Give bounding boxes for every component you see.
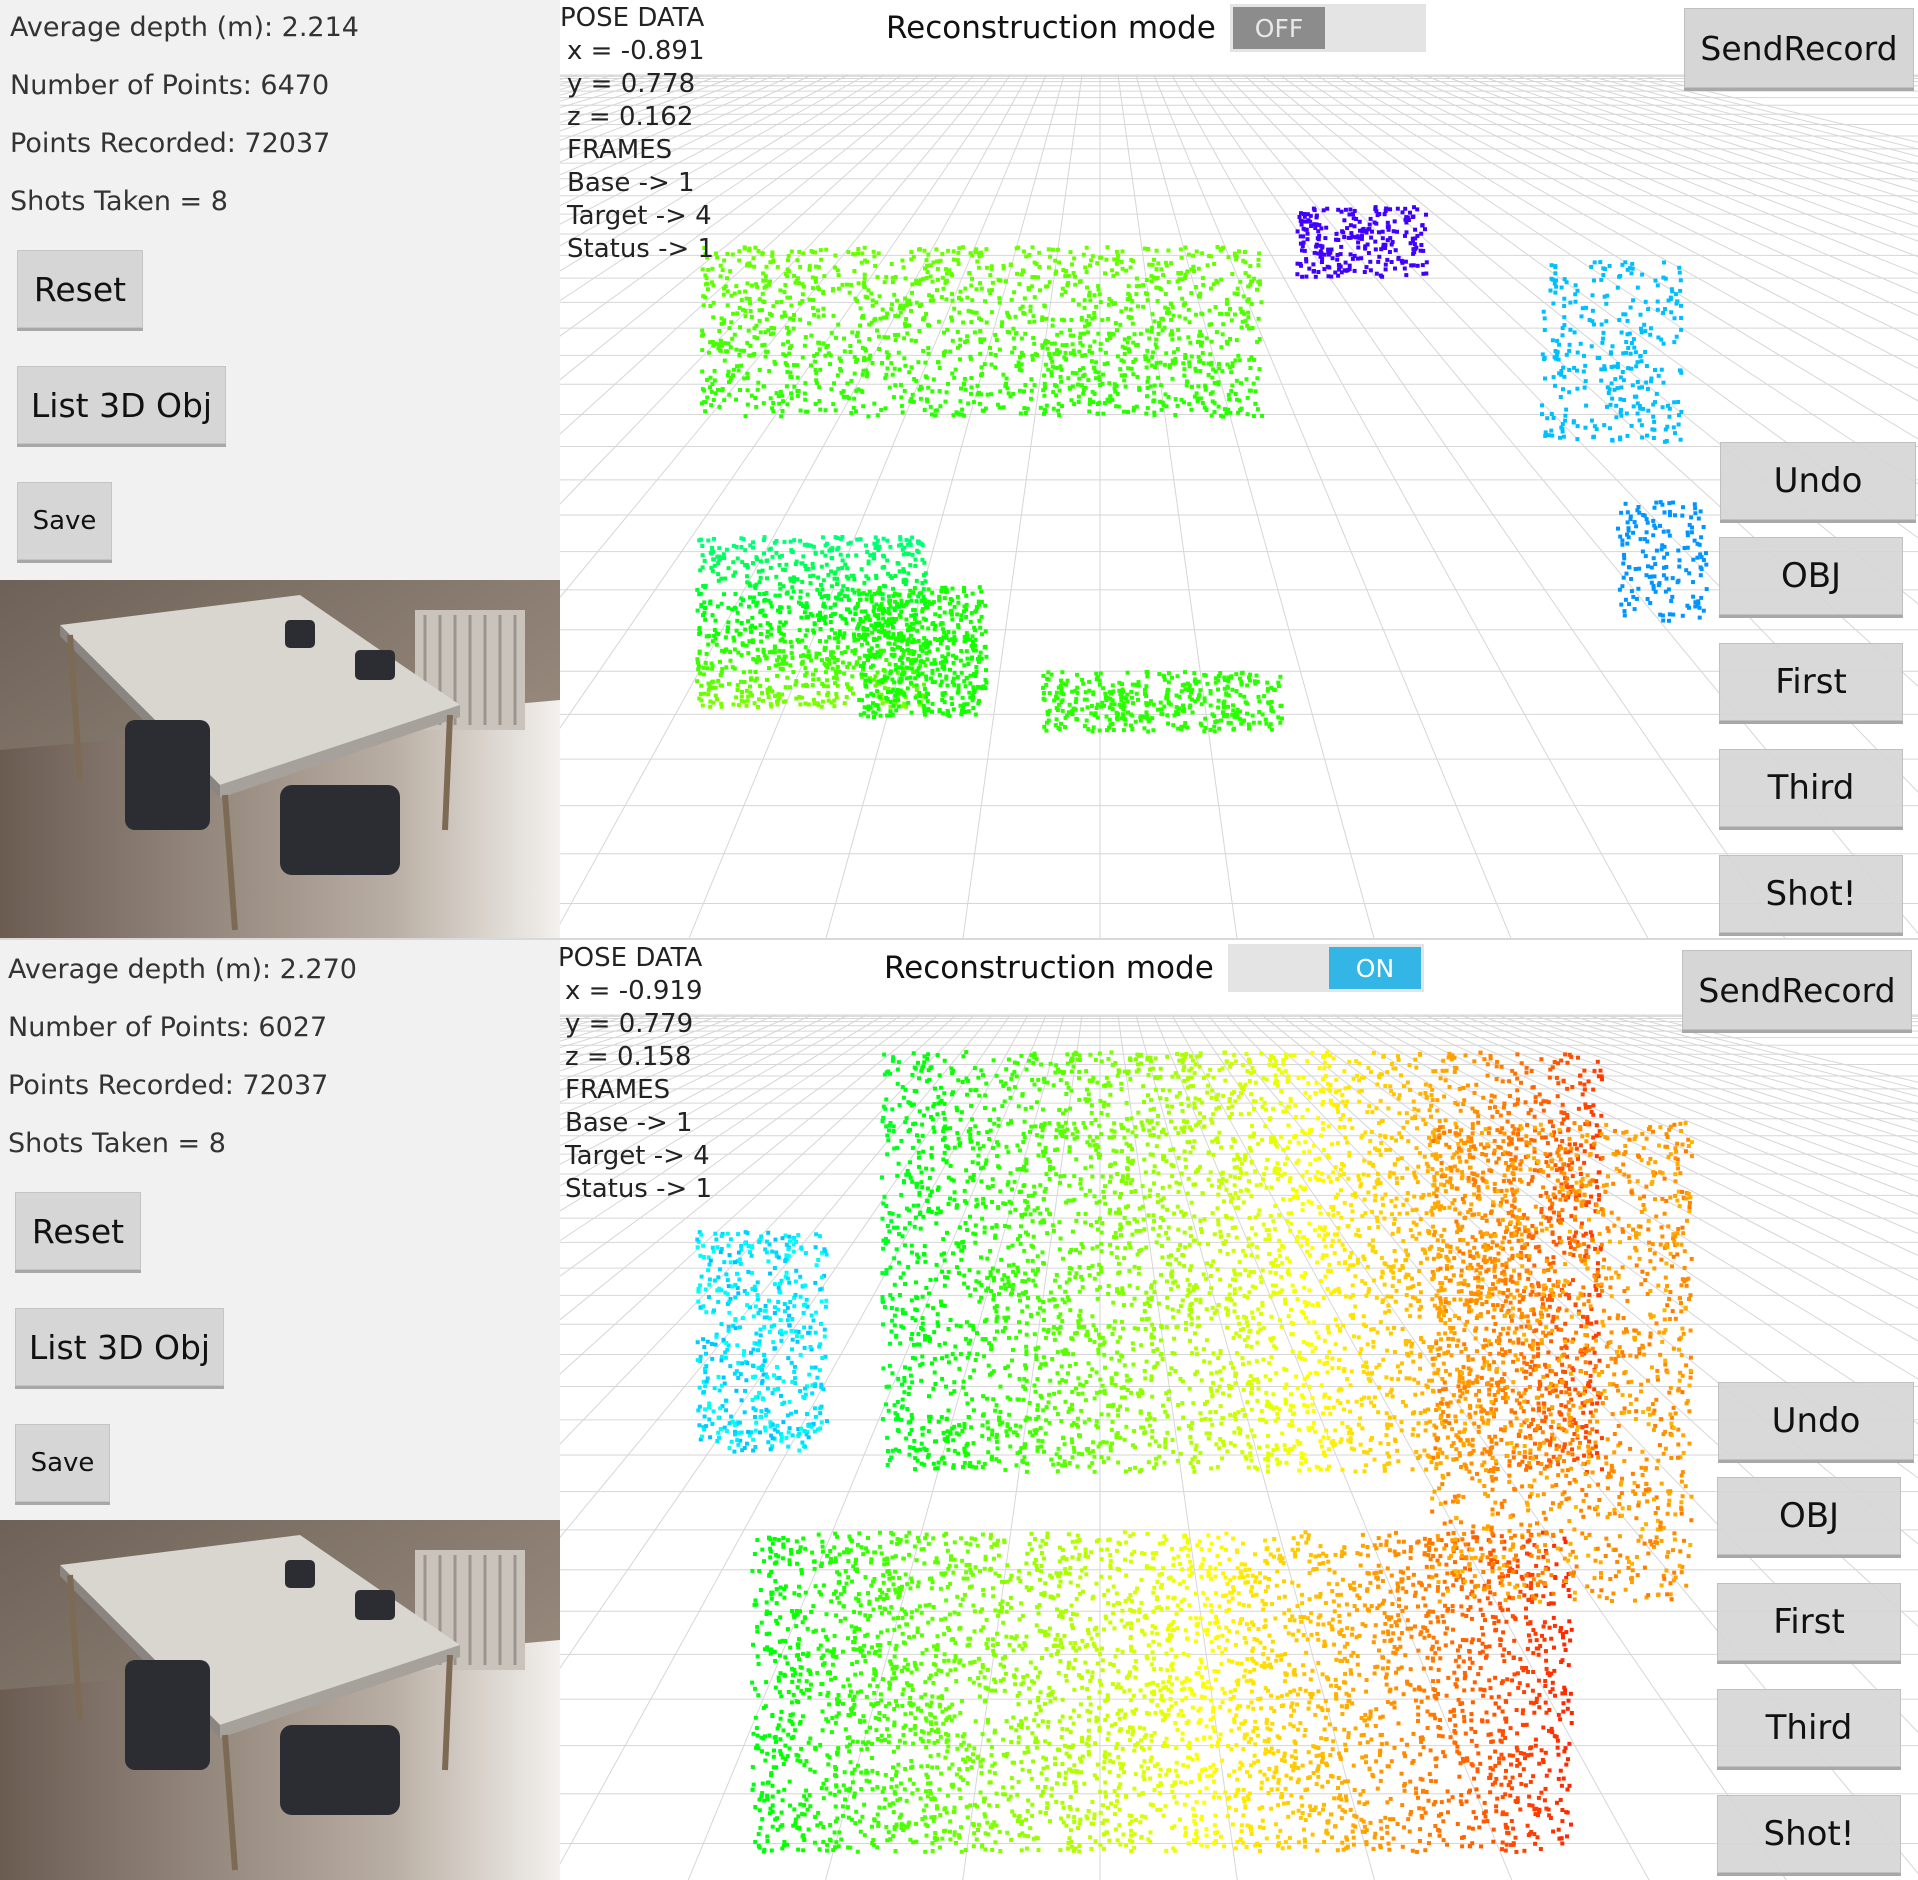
pose-y: y = 0.779	[565, 1009, 694, 1039]
camera-preview-svg	[0, 580, 560, 940]
frames-base: Base -> 1	[567, 168, 695, 198]
reset-button[interactable]: Reset	[17, 250, 143, 328]
number-of-points-label: Number of Points: 6470	[10, 70, 330, 101]
send-record-button[interactable]: SendRecord	[1682, 950, 1912, 1030]
point-cloud-view[interactable]: POSE DATA x = -0.891 y = 0.778 z = 0.162…	[560, 0, 1918, 940]
reconstruction-mode-toggle[interactable]: OFF	[1230, 4, 1426, 52]
screen-top: Average depth (m): 2.214 Number of Point…	[0, 0, 1918, 940]
frames-target: Target -> 4	[565, 1141, 710, 1171]
obj-button[interactable]: OBJ	[1717, 1477, 1901, 1555]
info-pane: Average depth (m): 2.270 Number of Point…	[0, 940, 560, 1520]
pose-z: z = 0.162	[567, 102, 694, 132]
pose-x: x = -0.891	[567, 36, 705, 66]
frames-base: Base -> 1	[565, 1108, 693, 1138]
screen-bottom: Average depth (m): 2.270 Number of Point…	[0, 940, 1918, 1880]
undo-button[interactable]: Undo	[1718, 1382, 1914, 1460]
point-cloud-view[interactable]: POSE DATA x = -0.919 y = 0.779 z = 0.158…	[560, 940, 1918, 1880]
number-of-points-label: Number of Points: 6027	[8, 1012, 328, 1043]
camera-preview-image	[0, 580, 560, 940]
grid-and-cloud-bottom	[560, 1014, 1918, 1880]
frames-status: Status -> 1	[567, 234, 715, 264]
points-recorded-label: Points Recorded: 72037	[10, 128, 331, 159]
points-recorded-label: Points Recorded: 72037	[8, 1070, 329, 1101]
pose-data-panel: POSE DATA x = -0.891 y = 0.778 z = 0.162…	[560, 2, 714, 266]
reset-button[interactable]: Reset	[15, 1192, 141, 1270]
floor-grid	[560, 74, 1918, 940]
third-button[interactable]: Third	[1717, 1689, 1901, 1767]
first-button[interactable]: First	[1717, 1583, 1901, 1661]
list-3d-obj-button[interactable]: List 3D Obj	[17, 366, 226, 444]
first-button[interactable]: First	[1719, 643, 1903, 721]
save-button[interactable]: Save	[17, 482, 112, 560]
shots-taken-label: Shots Taken = 8	[10, 186, 228, 217]
list-3d-obj-button[interactable]: List 3D Obj	[15, 1308, 224, 1386]
frames-title: FRAMES	[567, 135, 673, 165]
save-button[interactable]: Save	[15, 1424, 110, 1502]
frames-target: Target -> 4	[567, 201, 712, 231]
pose-data-title: POSE DATA	[560, 3, 705, 33]
third-button[interactable]: Third	[1719, 749, 1903, 827]
average-depth-label: Average depth (m): 2.214	[10, 12, 359, 43]
average-depth-label: Average depth (m): 2.270	[8, 954, 357, 985]
send-record-button[interactable]: SendRecord	[1684, 8, 1914, 88]
toggle-knob-on: ON	[1329, 947, 1421, 989]
reconstruction-mode-label: Reconstruction mode	[884, 950, 1214, 986]
point-cloud	[695, 1050, 1694, 1854]
reconstruction-mode-label: Reconstruction mode	[886, 10, 1216, 46]
pose-x: x = -0.919	[565, 976, 703, 1006]
point-cloud	[695, 205, 1709, 734]
reconstruction-mode-toggle[interactable]: ON	[1228, 944, 1424, 992]
camera-preview-image	[0, 1520, 560, 1880]
toggle-knob-off: OFF	[1233, 7, 1325, 49]
pose-z: z = 0.158	[565, 1042, 692, 1072]
grid-and-cloud-top	[560, 74, 1918, 940]
pose-y: y = 0.778	[567, 69, 696, 99]
shots-taken-label: Shots Taken = 8	[8, 1128, 226, 1159]
frames-status: Status -> 1	[565, 1174, 713, 1204]
frames-title: FRAMES	[565, 1075, 671, 1105]
pose-data-title: POSE DATA	[560, 943, 703, 973]
camera-preview-svg	[0, 1520, 560, 1880]
shot-button[interactable]: Shot!	[1719, 855, 1903, 933]
undo-button[interactable]: Undo	[1720, 442, 1916, 520]
pose-data-panel: POSE DATA x = -0.919 y = 0.779 z = 0.158…	[560, 942, 712, 1206]
info-pane: Average depth (m): 2.214 Number of Point…	[0, 0, 560, 580]
obj-button[interactable]: OBJ	[1719, 537, 1903, 615]
shot-button[interactable]: Shot!	[1717, 1795, 1901, 1873]
